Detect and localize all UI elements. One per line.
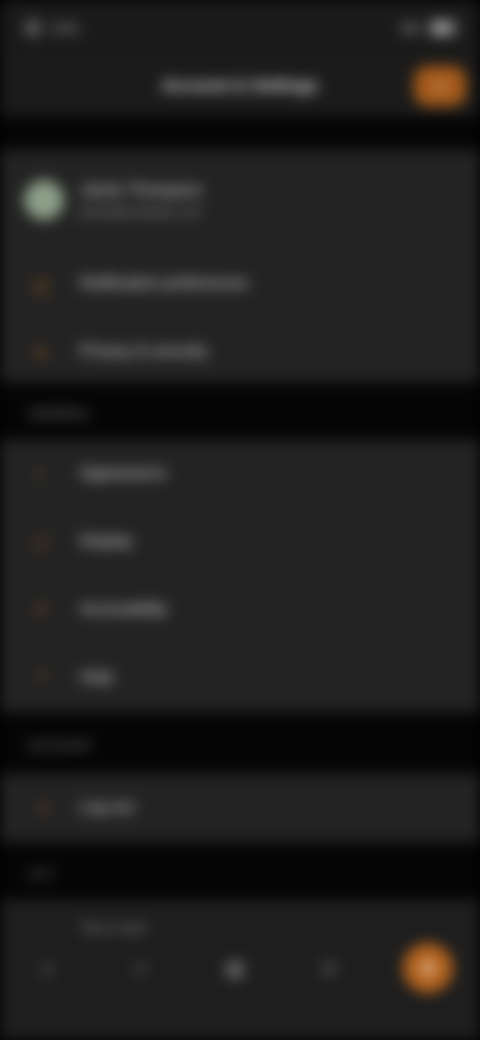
accessibility-icon: ✶ <box>34 602 48 619</box>
bell-icon: 🔔︎ <box>30 276 52 293</box>
profile-name: Jamie Thompson <box>80 181 203 199</box>
list-item-privacy[interactable]: 🔒︎ Privacy & security <box>0 318 480 386</box>
list-item-display[interactable]: ▢ Display <box>0 508 480 576</box>
nav-caption: Tap to open <box>80 920 148 935</box>
nav-search-button[interactable]: ⌕ <box>121 948 161 988</box>
list-item-accessibility[interactable]: ✶ Accessibility <box>0 576 480 644</box>
section-header-general: GENERAL <box>28 406 91 421</box>
profile-row[interactable]: Jamie Thompson jamie@example.com <box>0 150 480 250</box>
app-header: Account & Settings + <box>0 56 480 116</box>
nav-library-button[interactable]: ▤ <box>215 948 255 988</box>
settings-icon: ⚙ <box>419 957 437 980</box>
account-card: ⇥ Log out <box>0 774 480 842</box>
list-item-logout[interactable]: ⇥ Log out <box>0 774 480 842</box>
status-time: 9:41 <box>52 20 80 36</box>
lock-icon: 🔒︎ <box>36 343 46 360</box>
battery-icon <box>430 21 456 35</box>
list-item-label: Log out <box>80 799 134 816</box>
list-item-label: Privacy & security <box>80 343 208 360</box>
home-icon: ⌂ <box>40 956 54 979</box>
network-label: 5G <box>401 20 420 36</box>
profile-card: Jamie Thompson jamie@example.com 🔔︎ Noti… <box>0 150 480 382</box>
list-item-help[interactable]: ? Help <box>0 644 480 712</box>
bottom-nav: Tap to open ⌂ ⌕ ▤ ☺ ⚙ <box>0 900 480 1040</box>
status-bar: 9:41 5G <box>0 0 480 56</box>
section-header-account: ACCOUNT <box>28 738 93 753</box>
plus-icon: + <box>434 75 446 96</box>
nav-settings-button[interactable]: ⚙ <box>403 943 453 993</box>
settings-screen: 9:41 5G Account & Settings + Jamie Thomp… <box>0 0 480 1040</box>
logout-icon: ⇥ <box>34 800 48 817</box>
list-item-notifications[interactable]: 🔔︎ Notification preferences <box>0 250 480 318</box>
palette-icon: ◐ <box>36 465 46 482</box>
profile-icon: ☺ <box>318 956 340 979</box>
nav-home-button[interactable]: ⌂ <box>27 948 67 988</box>
header-action-button[interactable]: + <box>414 66 466 106</box>
avatar <box>24 180 64 220</box>
list-item-appearance[interactable]: ◐ Appearance <box>0 440 480 508</box>
display-icon: ▢ <box>33 534 49 551</box>
camera-dot-icon <box>24 19 42 37</box>
profile-email: jamie@example.com <box>80 203 202 219</box>
library-icon: ▤ <box>225 957 245 980</box>
search-icon: ⌕ <box>135 956 147 979</box>
page-title: Account & Settings <box>161 76 319 95</box>
help-icon: ? <box>36 669 46 686</box>
version-label: v2.3 <box>28 866 53 881</box>
general-card: ◐ Appearance ▢ Display ✶ Accessibility ?… <box>0 440 480 712</box>
list-item-label: Display <box>80 533 133 550</box>
list-item-label: Appearance <box>80 465 167 482</box>
list-item-label: Help <box>80 669 113 686</box>
list-item-label: Accessibility <box>80 601 168 618</box>
list-item-label: Notification preferences <box>80 275 249 292</box>
nav-profile-button[interactable]: ☺ <box>309 948 349 988</box>
